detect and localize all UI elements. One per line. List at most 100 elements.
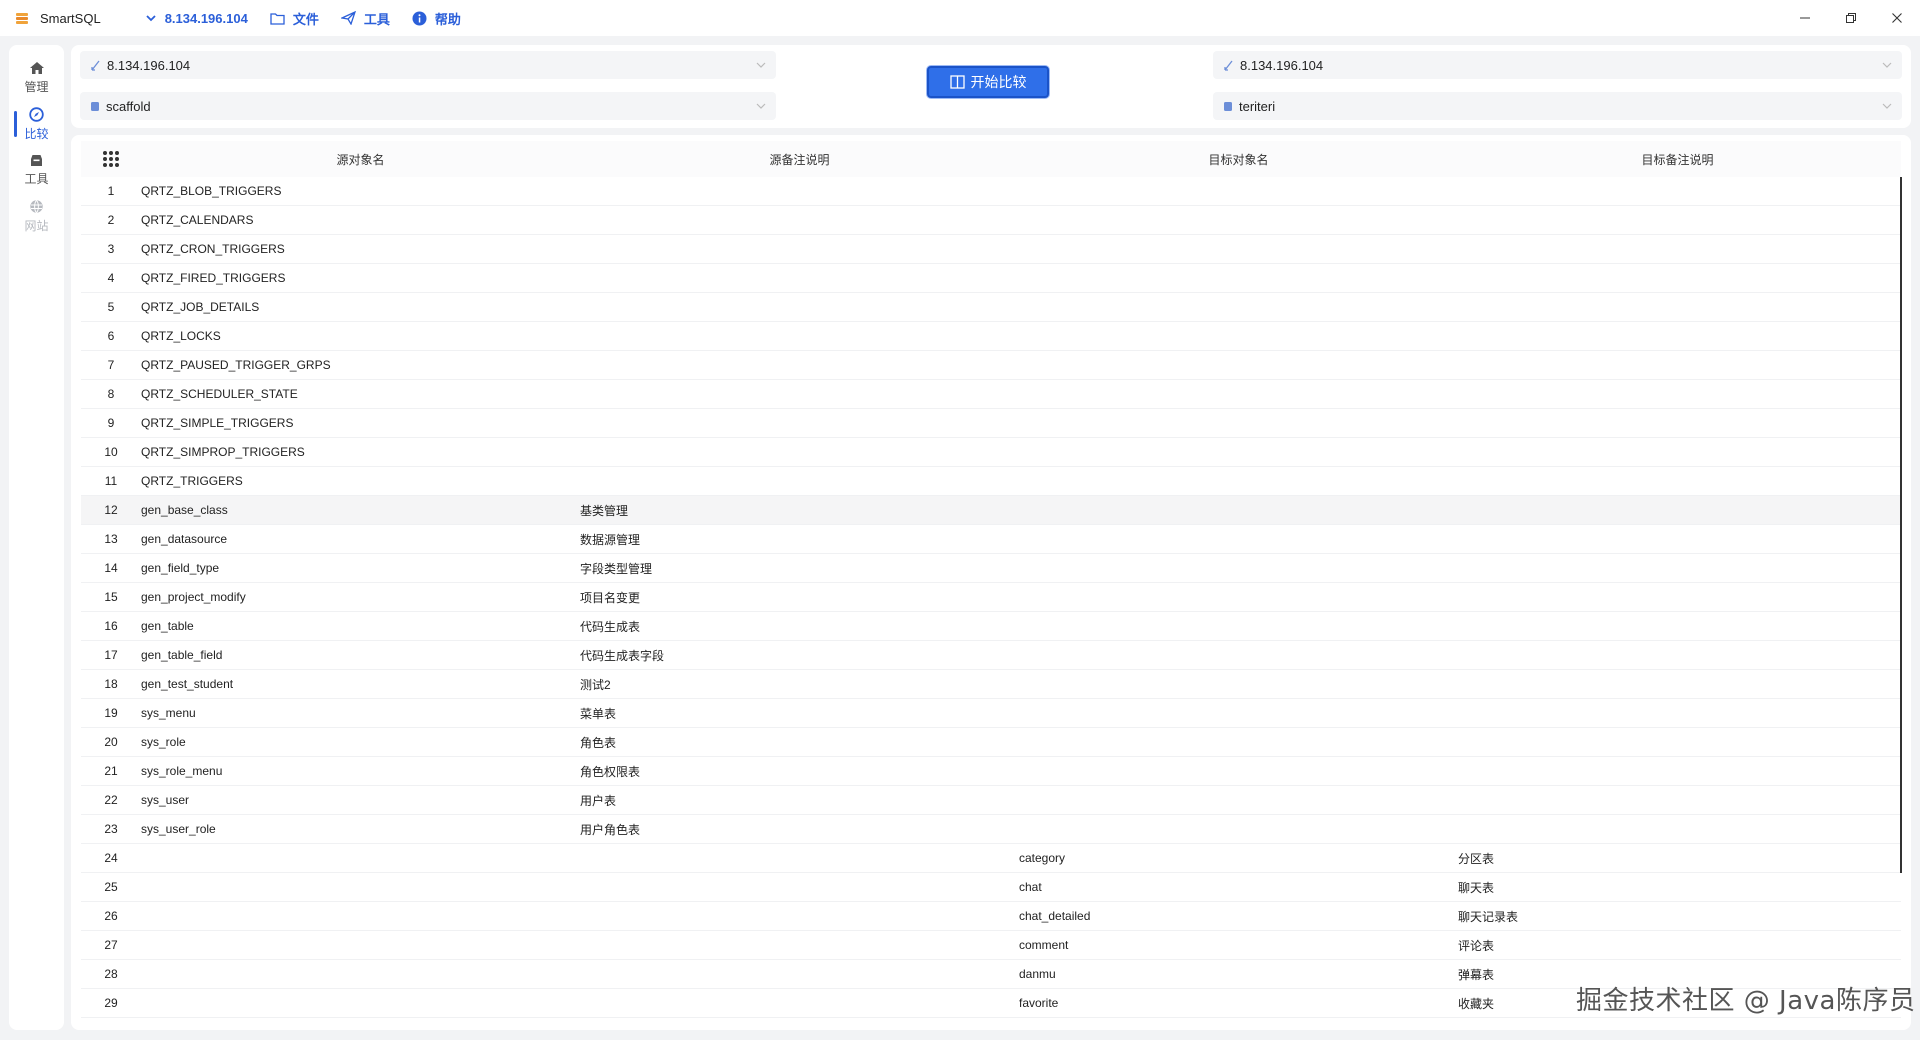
chevron-down-icon bbox=[1880, 58, 1894, 75]
table-row[interactable]: 13 gen_datasource 数据源管理 bbox=[81, 525, 1901, 554]
source-name-cell: QRTZ_PAUSED_TRIGGER_GRPS bbox=[141, 358, 331, 372]
nav-item-website[interactable]: 网站 bbox=[9, 191, 64, 241]
table-row[interactable]: 17 gen_table_field 代码生成表字段 bbox=[81, 641, 1901, 670]
table-row[interactable]: 6 QRTZ_LOCKS bbox=[81, 322, 1901, 351]
table-row[interactable]: 24 category 分区表 bbox=[81, 844, 1901, 873]
row-index: 21 bbox=[104, 764, 118, 778]
column-menu-button[interactable] bbox=[81, 150, 141, 168]
target-comment-cell: 分区表 bbox=[1458, 851, 1495, 866]
table-row[interactable]: 8 QRTZ_SCHEDULER_STATE bbox=[81, 380, 1901, 409]
source-name-cell: gen_field_type bbox=[141, 561, 220, 575]
row-index: 15 bbox=[104, 590, 118, 604]
menu-connection[interactable]: 8.134.196.104 bbox=[145, 11, 248, 26]
row-index: 28 bbox=[104, 967, 118, 981]
title-bar: SmartSQL 8.134.196.104 文件 工具 帮助 bbox=[0, 0, 1920, 36]
source-server-value: 8.134.196.104 bbox=[107, 57, 191, 73]
menu-tools[interactable]: 工具 bbox=[340, 9, 390, 28]
source-database-value: scaffold bbox=[106, 98, 151, 114]
table-row[interactable]: 15 gen_project_modify 项目名变更 bbox=[81, 583, 1901, 612]
menu-help[interactable]: 帮助 bbox=[412, 9, 461, 28]
target-database-value: teriteri bbox=[1239, 98, 1276, 114]
table-row[interactable]: 18 gen_test_student 测试2 bbox=[81, 670, 1901, 699]
table-row[interactable]: 21 sys_role_menu 角色权限表 bbox=[81, 757, 1901, 786]
source-comment-cell: 用户表 bbox=[580, 793, 617, 808]
table-row[interactable]: 14 gen_field_type 字段类型管理 bbox=[81, 554, 1901, 583]
table-row[interactable]: 25 chat 聊天表 bbox=[81, 873, 1901, 902]
target-comment-cell: 评论表 bbox=[1458, 938, 1495, 953]
app-name: SmartSQL bbox=[40, 10, 101, 26]
target-server-select[interactable]: 8.134.196.104 bbox=[1213, 51, 1902, 79]
source-name-cell: gen_datasource bbox=[141, 532, 228, 546]
vertical-scrollbar[interactable] bbox=[1900, 177, 1902, 873]
nav-item-tools[interactable]: 工具 bbox=[9, 145, 64, 195]
table-row[interactable]: 3 QRTZ_CRON_TRIGGERS bbox=[81, 235, 1901, 264]
table-row[interactable]: 27 comment 评论表 bbox=[81, 931, 1901, 960]
database-icon bbox=[90, 101, 100, 112]
table-row[interactable]: 11 QRTZ_TRIGGERS bbox=[81, 467, 1901, 496]
header-target-name[interactable]: 目标对象名 bbox=[1019, 151, 1458, 168]
grid-dots-icon bbox=[103, 151, 119, 167]
table-row[interactable]: 5 QRTZ_JOB_DETAILS bbox=[81, 293, 1901, 322]
row-index: 10 bbox=[104, 445, 118, 459]
minimize-button[interactable] bbox=[1782, 0, 1828, 36]
row-index: 27 bbox=[104, 938, 118, 952]
app-logo-icon bbox=[14, 10, 30, 26]
table-row[interactable]: 19 sys_menu 菜单表 bbox=[81, 699, 1901, 728]
table-row[interactable]: 22 sys_user 用户表 bbox=[81, 786, 1901, 815]
table-row[interactable]: 20 sys_role 角色表 bbox=[81, 728, 1901, 757]
toolbox-icon bbox=[31, 154, 42, 166]
start-compare-button[interactable]: 开始比较 bbox=[927, 66, 1049, 98]
watermark: 掘金技术社区 @ Java陈序员 bbox=[1576, 986, 1916, 1016]
start-compare-label: 开始比较 bbox=[970, 74, 1027, 90]
table-row[interactable]: 26 chat_detailed 聊天记录表 bbox=[81, 902, 1901, 931]
header-source-name[interactable]: 源对象名 bbox=[141, 151, 580, 168]
target-name-cell: favorite bbox=[1019, 996, 1059, 1010]
source-server-select[interactable]: 8.134.196.104 bbox=[80, 51, 776, 79]
source-database-select[interactable]: scaffold bbox=[80, 92, 776, 120]
row-index: 3 bbox=[107, 242, 115, 256]
table-row[interactable]: 23 sys_user_role 用户角色表 bbox=[81, 815, 1901, 844]
nav-item-compare[interactable]: 比较 bbox=[9, 99, 64, 149]
source-comment-cell: 项目名变更 bbox=[580, 590, 641, 605]
row-index: 17 bbox=[104, 648, 118, 662]
row-index: 12 bbox=[104, 503, 118, 517]
table-row[interactable]: 4 QRTZ_FIRED_TRIGGERS bbox=[81, 264, 1901, 293]
table-row[interactable]: 2 QRTZ_CALENDARS bbox=[81, 206, 1901, 235]
nav-item-manage[interactable]: 管理 bbox=[9, 53, 64, 103]
target-name-cell: comment bbox=[1019, 938, 1069, 952]
compass-icon bbox=[29, 106, 44, 122]
table-row[interactable]: 9 QRTZ_SIMPLE_TRIGGERS bbox=[81, 409, 1901, 438]
source-name-cell: sys_role_menu bbox=[141, 764, 223, 778]
table-row[interactable]: 16 gen_table 代码生成表 bbox=[81, 612, 1901, 641]
header-source-comment[interactable]: 源备注说明 bbox=[580, 151, 1019, 168]
row-index: 9 bbox=[107, 416, 115, 430]
source-name-cell: sys_role bbox=[141, 735, 186, 749]
target-server-value: 8.134.196.104 bbox=[1240, 57, 1324, 73]
table-row[interactable]: 7 QRTZ_PAUSED_TRIGGER_GRPS bbox=[81, 351, 1901, 380]
source-name-cell: QRTZ_SIMPLE_TRIGGERS bbox=[141, 416, 294, 430]
target-name-cell: category bbox=[1019, 851, 1066, 865]
source-comment-cell: 字段类型管理 bbox=[580, 561, 653, 576]
split-view-icon bbox=[949, 75, 965, 89]
connection-icon bbox=[90, 60, 101, 71]
close-button[interactable] bbox=[1874, 0, 1920, 36]
row-index: 29 bbox=[104, 996, 118, 1010]
row-index: 25 bbox=[104, 880, 118, 894]
table-row[interactable]: 12 gen_base_class 基类管理 bbox=[81, 496, 1901, 525]
source-comment-cell: 代码生成表字段 bbox=[580, 648, 665, 663]
target-database-select[interactable]: teriteri bbox=[1213, 92, 1902, 120]
table-row[interactable]: 1 QRTZ_BLOB_TRIGGERS bbox=[81, 177, 1901, 206]
source-name-cell: QRTZ_SCHEDULER_STATE bbox=[141, 387, 298, 401]
source-comment-cell: 角色权限表 bbox=[580, 764, 641, 779]
source-name-cell: QRTZ_LOCKS bbox=[141, 329, 221, 343]
chevron-down-icon bbox=[146, 15, 156, 22]
table-row[interactable]: 10 QRTZ_SIMPROP_TRIGGERS bbox=[81, 438, 1901, 467]
close-icon bbox=[1892, 13, 1902, 23]
menu-file[interactable]: 文件 bbox=[270, 9, 319, 28]
target-name-cell: chat bbox=[1019, 880, 1042, 894]
restore-button[interactable] bbox=[1828, 0, 1874, 36]
header-target-comment[interactable]: 目标备注说明 bbox=[1458, 151, 1897, 168]
row-index: 5 bbox=[107, 300, 115, 314]
source-name-cell: QRTZ_SIMPROP_TRIGGERS bbox=[141, 445, 305, 459]
menu-tools-label: 工具 bbox=[363, 11, 390, 27]
